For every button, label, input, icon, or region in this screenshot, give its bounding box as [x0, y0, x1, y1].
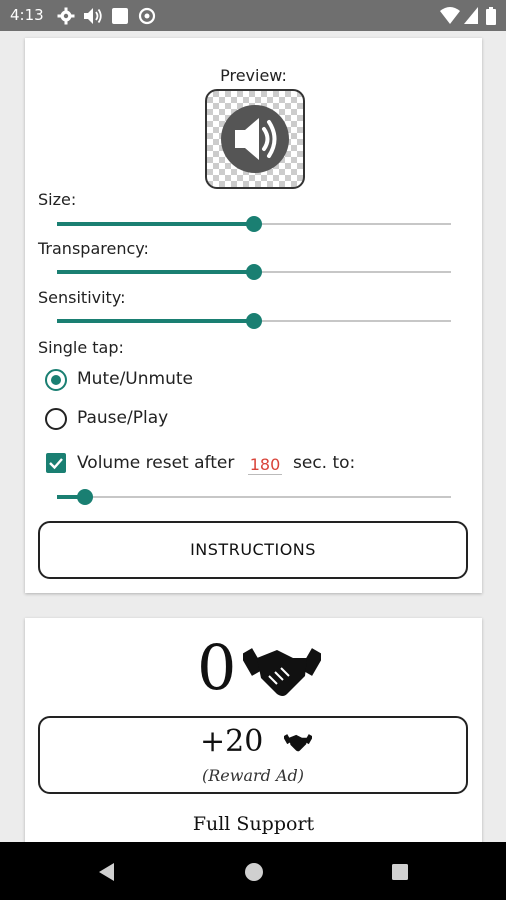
volume-icon: [84, 8, 102, 24]
size-label: Size:: [38, 190, 77, 209]
recents-icon[interactable]: [391, 863, 409, 881]
slider-fill: [57, 222, 254, 226]
option-mute-unmute-label[interactable]: Mute/Unmute: [77, 369, 193, 389]
transparency-slider[interactable]: [57, 262, 451, 282]
signal-icon: [464, 7, 478, 24]
radio-pause-play[interactable]: [45, 408, 67, 430]
square-icon: [112, 8, 128, 24]
preview-box: [205, 89, 305, 189]
data-saver-icon: [138, 7, 156, 25]
slider-track: [57, 496, 451, 498]
gear-icon: [57, 7, 75, 25]
support-count: 0: [197, 631, 237, 704]
navigation-bar: [0, 842, 506, 900]
radio-mute-unmute[interactable]: [45, 369, 67, 391]
sensitivity-slider[interactable]: [57, 311, 451, 331]
instructions-label: INSTRUCTIONS: [190, 540, 316, 559]
slider-thumb[interactable]: [76, 489, 93, 505]
size-slider[interactable]: [57, 214, 451, 234]
handshake-icon: [243, 648, 321, 696]
single-tap-label: Single tap:: [38, 338, 124, 357]
slider-thumb[interactable]: [246, 264, 262, 280]
reset-seconds-field[interactable]: 180: [248, 455, 282, 475]
check-icon: [49, 458, 63, 470]
volume-reset-suffix: sec. to:: [293, 453, 356, 473]
status-time: 4:13: [10, 6, 44, 24]
wifi-icon: [440, 7, 460, 24]
reward-amount: +20: [200, 724, 264, 759]
slider-thumb[interactable]: [246, 216, 262, 232]
reward-ad-button[interactable]: +20 (Reward Ad): [38, 716, 468, 794]
transparency-label: Transparency:: [38, 239, 149, 258]
volume-reset-label: Volume reset after: [77, 453, 235, 473]
slider-fill: [57, 319, 254, 323]
volume-reset-checkbox[interactable]: [46, 453, 66, 473]
slider-thumb[interactable]: [246, 313, 262, 329]
back-icon[interactable]: [97, 862, 115, 882]
battery-icon: [486, 7, 496, 25]
full-support-label[interactable]: Full Support: [25, 813, 482, 835]
slider-fill: [57, 270, 254, 274]
status-bar: 4:13: [0, 0, 506, 31]
instructions-button[interactable]: INSTRUCTIONS: [38, 521, 468, 579]
settings-card: Preview: Size: Transparency: Sensitivity…: [25, 38, 482, 593]
reward-ad-label: (Reward Ad): [201, 766, 304, 785]
handshake-icon: [284, 734, 312, 752]
support-card: 0 +20 (Reward Ad) Full Support: [25, 618, 482, 858]
sensitivity-label: Sensitivity:: [38, 288, 126, 307]
speaker-icon: [221, 105, 289, 173]
home-icon[interactable]: [244, 862, 264, 882]
preview-label: Preview:: [220, 66, 287, 85]
support-counter: 0: [25, 628, 482, 708]
option-pause-play-label[interactable]: Pause/Play: [77, 408, 168, 428]
reset-volume-slider[interactable]: [57, 487, 451, 507]
